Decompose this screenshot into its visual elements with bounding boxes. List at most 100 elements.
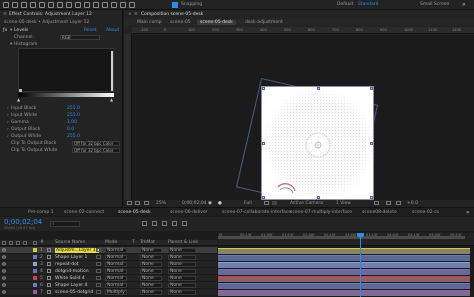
blend-mode-dropdown[interactable]: Normal bbox=[105, 248, 127, 253]
blend-mode-dropdown[interactable]: Normal bbox=[105, 255, 127, 260]
label-color-chip[interactable] bbox=[33, 269, 37, 273]
switches-icon[interactable] bbox=[96, 269, 101, 273]
pan-behind-tool-icon[interactable] bbox=[57, 2, 63, 8]
input-black-value[interactable]: 255.0 bbox=[67, 106, 80, 111]
eye-icon[interactable] bbox=[1, 248, 7, 252]
timeline-tab[interactable]: scene-02-connect bbox=[64, 210, 104, 215]
collapse-arrow-icon[interactable]: ▾ bbox=[10, 42, 12, 47]
workspace-default[interactable]: Default bbox=[337, 2, 353, 7]
parent-dropdown[interactable]: None bbox=[168, 262, 196, 267]
safe-zones-icon[interactable] bbox=[135, 201, 140, 205]
clip-white-dropdown[interactable]: Off for 32 bpc Color bbox=[72, 148, 120, 153]
layer-name[interactable]: White Solid 4 bbox=[55, 276, 85, 281]
switches-icon[interactable] bbox=[96, 290, 101, 294]
switches-icon[interactable] bbox=[96, 255, 101, 259]
camera-dropdown[interactable]: Active Camera bbox=[290, 201, 323, 206]
preview-icon[interactable] bbox=[127, 201, 132, 205]
parent-dropdown[interactable]: None bbox=[168, 248, 196, 253]
timeline-icon[interactable] bbox=[386, 201, 391, 205]
label-color-chip[interactable] bbox=[33, 290, 37, 294]
blend-mode-dropdown[interactable]: Normal bbox=[105, 283, 127, 288]
input-black-slider[interactable]: ▲ bbox=[17, 97, 20, 102]
layer-name[interactable]: Adjustm...Layer 12 bbox=[55, 248, 100, 253]
eye-icon[interactable] bbox=[1, 255, 7, 259]
output-white-value[interactable]: 255.0 bbox=[67, 134, 80, 139]
channel-dropdown[interactable]: RGB bbox=[60, 35, 100, 40]
label-color-chip[interactable] bbox=[33, 248, 37, 252]
collapse-arrow-icon[interactable]: ▾ bbox=[10, 28, 12, 33]
switches-icon[interactable] bbox=[96, 276, 101, 280]
type-tool-icon[interactable] bbox=[84, 2, 90, 8]
graph-editor-icon[interactable] bbox=[182, 221, 187, 226]
parent-dropdown[interactable]: None bbox=[168, 255, 196, 260]
region-of-interest-icon[interactable] bbox=[264, 201, 269, 205]
parent-dropdown[interactable]: None bbox=[168, 269, 196, 274]
layer-duration-bar[interactable] bbox=[218, 275, 470, 282]
camera-tool-icon[interactable] bbox=[48, 2, 54, 8]
label-color-chip[interactable] bbox=[33, 255, 37, 259]
exposure-value[interactable]: +0.0 bbox=[407, 201, 418, 206]
layer-row[interactable]: 6 Shape Layer 4 Normal None None bbox=[0, 282, 217, 289]
parent-dropdown[interactable]: None bbox=[168, 290, 196, 295]
transform-handle[interactable] bbox=[317, 196, 320, 199]
clone-stamp-tool-icon[interactable] bbox=[102, 2, 108, 8]
switches-icon[interactable] bbox=[96, 283, 101, 287]
track-matte-dropdown[interactable]: None bbox=[140, 290, 162, 295]
timeline-tab[interactable]: scene08-delete bbox=[362, 210, 397, 215]
track-matte-dropdown[interactable]: None bbox=[140, 262, 162, 267]
selection-tool-icon[interactable] bbox=[12, 2, 18, 8]
layer-row[interactable]: 3 repeat-dot Normal None None bbox=[0, 261, 217, 268]
expand-arrow-icon[interactable]: › bbox=[7, 120, 9, 125]
brush-tool-icon[interactable] bbox=[93, 2, 99, 8]
expand-arrow-icon[interactable]: › bbox=[7, 134, 9, 139]
expand-arrow-icon[interactable]: › bbox=[7, 127, 9, 132]
more-tabs-icon[interactable]: » bbox=[466, 209, 470, 216]
timeline-tab-active[interactable]: scene-05-desk bbox=[118, 210, 151, 215]
blend-mode-dropdown[interactable]: Normal bbox=[105, 276, 127, 281]
transform-handle[interactable] bbox=[262, 196, 265, 199]
layer-name[interactable]: repeat-dot bbox=[55, 262, 79, 267]
parent-dropdown[interactable]: None bbox=[168, 276, 196, 281]
hand-tool-icon[interactable] bbox=[21, 2, 27, 8]
blend-mode-dropdown[interactable]: Normal bbox=[105, 269, 127, 274]
expand-arrow-icon[interactable]: › bbox=[7, 106, 9, 111]
layer-name[interactable]: Shape Layer 4 bbox=[55, 283, 87, 288]
timeline-tab[interactable]: scene-07-collaborate-interface bbox=[222, 210, 291, 215]
track-matte-dropdown[interactable]: None bbox=[140, 269, 162, 274]
transform-handle[interactable] bbox=[370, 87, 373, 90]
gamma-value[interactable]: 1.00 bbox=[67, 120, 77, 125]
layer-name[interactable]: Shape Layer 1 bbox=[55, 255, 87, 260]
zoom-tool-icon[interactable] bbox=[30, 2, 36, 8]
transform-handle[interactable] bbox=[370, 142, 373, 145]
timeline-timecode[interactable]: 0;00;02;04 bbox=[4, 218, 42, 226]
layer-name[interactable]: scene-05-dotgrid bbox=[55, 290, 93, 295]
about-link[interactable]: About bbox=[106, 28, 119, 33]
layer-row[interactable]: 7 scene-05-dotgrid Multiply None None bbox=[0, 289, 217, 296]
crumb-desk-adjustment[interactable]: desk-adjustment bbox=[242, 20, 286, 25]
fast-previews-icon[interactable] bbox=[374, 201, 379, 205]
puppet-tool-icon[interactable] bbox=[129, 2, 135, 8]
transparency-grid-icon[interactable] bbox=[272, 201, 277, 205]
draft-3d-icon[interactable] bbox=[142, 221, 147, 226]
workspace-standard[interactable]: Standard bbox=[358, 2, 378, 7]
shy-layers-icon[interactable] bbox=[152, 221, 157, 226]
panel-menu-icon[interactable]: ≡ bbox=[3, 12, 7, 17]
output-black-value[interactable]: 0.0 bbox=[67, 127, 74, 132]
crumb-scene-05-desk[interactable]: scene-05-desk bbox=[197, 20, 236, 25]
timeline-tab[interactable]: scene-07-multiply-interface bbox=[290, 210, 352, 215]
clip-black-dropdown[interactable]: Off for 32 bpc Color bbox=[72, 141, 120, 146]
views-dropdown[interactable]: 1 View bbox=[336, 201, 351, 206]
workspace-small-screen[interactable]: Small Screen bbox=[420, 2, 449, 7]
composition-tab[interactable]: Composition scene-05-desk bbox=[141, 12, 203, 17]
timeline-tab[interactable]: scene-06-deliver bbox=[170, 210, 208, 215]
layer-duration-bar[interactable] bbox=[218, 282, 470, 289]
input-white-slider[interactable]: ▲ bbox=[110, 97, 113, 102]
track-matte-dropdown[interactable]: None bbox=[140, 283, 162, 288]
pen-tool-icon[interactable] bbox=[75, 2, 81, 8]
layer-row[interactable]: 5 White Solid 4 Normal None None bbox=[0, 275, 217, 282]
eye-icon[interactable] bbox=[1, 283, 7, 287]
timeline-tab[interactable]: scene-02-cs bbox=[412, 210, 439, 215]
viewer-timecode[interactable]: 0;00;02;04 bbox=[182, 201, 207, 206]
label-color-chip[interactable] bbox=[33, 262, 37, 266]
layer-duration-bar[interactable] bbox=[218, 247, 470, 254]
